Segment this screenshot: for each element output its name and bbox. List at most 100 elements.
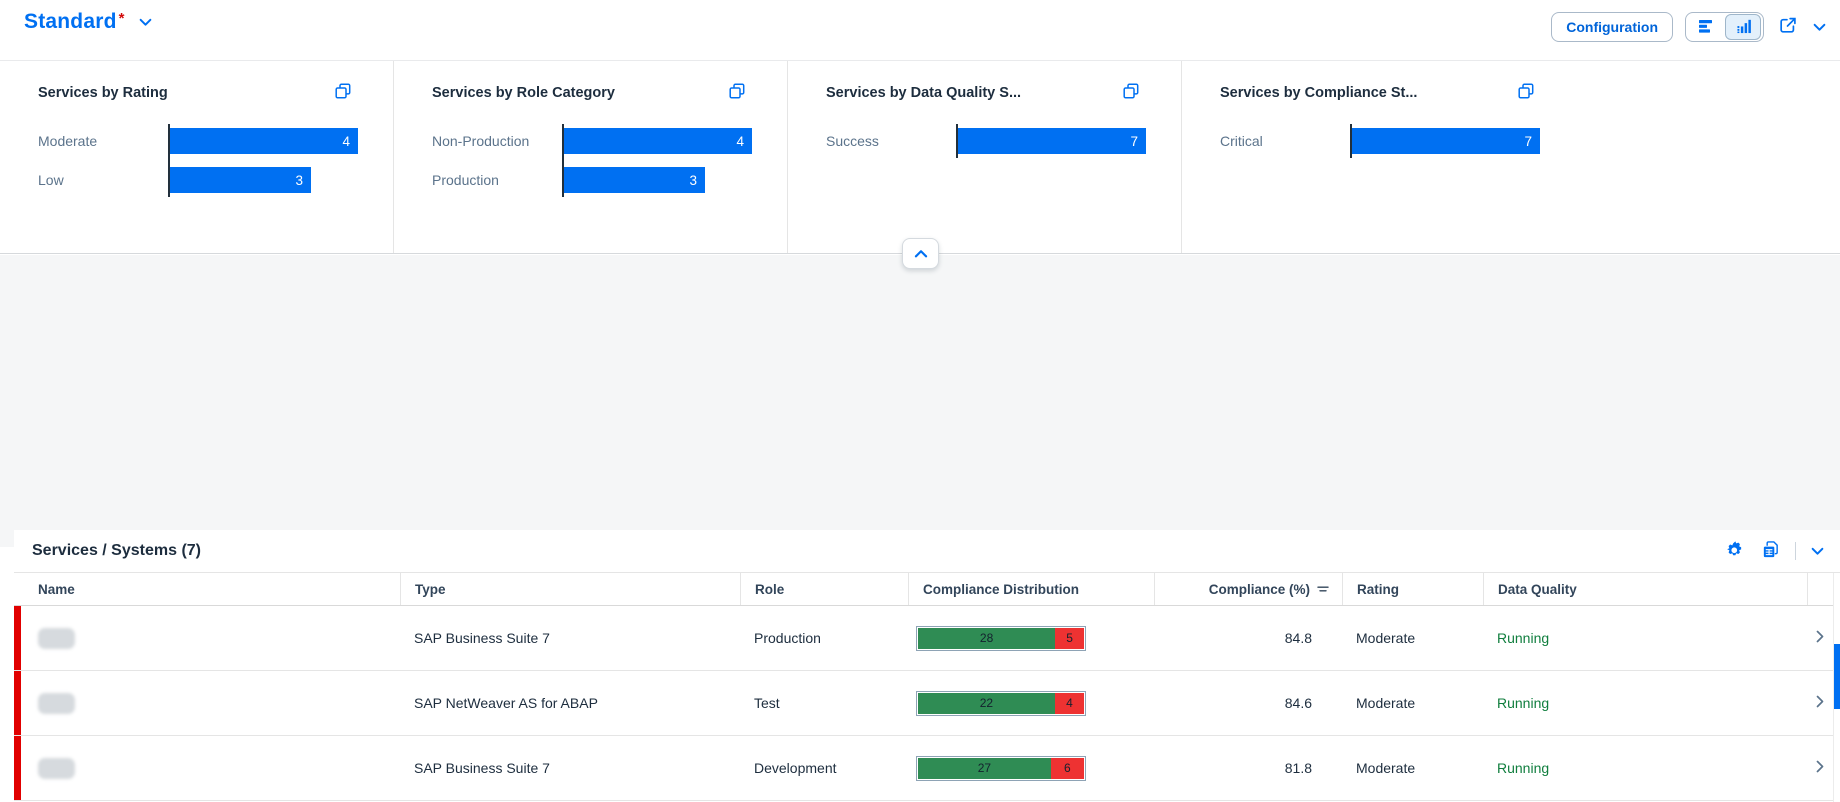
collapse-panel-button[interactable]: [902, 238, 939, 269]
table-settings-button[interactable]: [1723, 538, 1746, 564]
bar-label: Moderate: [38, 128, 168, 154]
chart-header: Services by Data Quality S...: [826, 81, 1141, 104]
duplicate-chart-button[interactable]: [333, 81, 353, 104]
chart-labels: Non-ProductionProduction: [432, 124, 562, 197]
chart-card-4: Services by Compliance St... Critical7: [1182, 61, 1576, 253]
column-header-compliance-%-[interactable]: Compliance (%): [1154, 573, 1342, 605]
chart-title: Services by Data Quality S...: [826, 85, 1021, 101]
name-cell: [14, 671, 400, 735]
column-header-type[interactable]: Type: [400, 573, 740, 605]
scrollbar-thumb[interactable]: [1834, 644, 1840, 709]
column-header-compliance-distribution[interactable]: Compliance Distribution: [908, 573, 1154, 605]
bar[interactable]: 4: [170, 128, 358, 154]
table-overflow-chevron-button[interactable]: [1809, 542, 1826, 561]
header-overflow-chevron-button[interactable]: [1811, 18, 1828, 37]
bar[interactable]: 3: [170, 167, 311, 193]
column-header-label: Name: [38, 582, 75, 597]
column-header-rating[interactable]: Rating: [1342, 573, 1483, 605]
horizontal-bar-chart-icon: [1697, 17, 1715, 38]
export-spreadsheet-button[interactable]: [1759, 538, 1782, 564]
export-spreadsheet-icon: [1761, 540, 1780, 562]
duplicate-chart-button[interactable]: [1516, 81, 1536, 104]
variant-dropdown-chevron-icon[interactable]: [137, 16, 154, 29]
chart-title: Services by Role Category: [432, 85, 615, 101]
compliance-distribution-cell: 224: [908, 671, 1154, 735]
duplicate-icon: [335, 83, 351, 102]
chart-title: Services by Compliance St...: [1220, 85, 1417, 101]
table-title: Services / Systems (7): [32, 542, 201, 560]
duplicate-icon: [1123, 83, 1139, 102]
charts-panel: Services by RatingModerateLow43Services …: [0, 60, 1840, 254]
page-background: Services / Systems (7): [0, 255, 1840, 547]
chevron-right-icon[interactable]: [1816, 760, 1824, 776]
page-title[interactable]: Standard*: [24, 10, 125, 34]
share-button[interactable]: [1776, 14, 1799, 40]
compliance-distribution-cell: 276: [908, 736, 1154, 800]
table-row[interactable]: SAP Business Suite 7Production28584.8Mod…: [14, 606, 1840, 671]
chevron-down-icon: [1811, 544, 1824, 559]
horizontal-bar-chart-toggle-button[interactable]: [1688, 14, 1724, 40]
bar[interactable]: 7: [1352, 128, 1540, 154]
column-header-label: Compliance (%): [1209, 582, 1310, 597]
duplicate-chart-button[interactable]: [1121, 81, 1141, 104]
chevron-down-icon: [1813, 20, 1826, 35]
name-cell: [14, 606, 400, 670]
chart-labels: Success: [826, 124, 956, 158]
compliant-segment: 28: [918, 628, 1055, 649]
bar[interactable]: 3: [564, 167, 705, 193]
column-header-label: Data Quality: [1498, 582, 1577, 597]
chart-body: Success7: [826, 124, 1141, 158]
chart-card-3: Services by Data Quality S... Success7: [788, 61, 1182, 253]
column-header-name[interactable]: Name: [14, 573, 400, 605]
data-quality-cell: Running: [1483, 736, 1807, 800]
column-header-label: Compliance Distribution: [923, 582, 1079, 597]
compliance-percent-cell: 81.8: [1154, 736, 1342, 800]
row-navigation-cell: [1807, 736, 1833, 800]
chart-plot: 43: [168, 124, 358, 197]
bar-value: 4: [736, 134, 744, 149]
bar[interactable]: 7: [958, 128, 1146, 154]
gear-icon: [1725, 540, 1744, 562]
share-icon: [1778, 16, 1797, 38]
column-header-data-quality[interactable]: Data Quality: [1483, 573, 1807, 605]
data-quality-cell: Running: [1483, 671, 1807, 735]
non-compliant-segment: 6: [1051, 758, 1084, 779]
duplicate-icon: [1518, 83, 1534, 102]
compliance-distribution-bar: 285: [916, 626, 1086, 651]
chart-labels: Critical: [1220, 124, 1350, 158]
chevron-right-icon[interactable]: [1816, 630, 1824, 646]
rating-cell: Moderate: [1342, 671, 1483, 735]
redacted-name: [38, 693, 75, 714]
configuration-button[interactable]: Configuration: [1551, 12, 1673, 42]
role-cell: Development: [740, 736, 908, 800]
bar[interactable]: 4: [564, 128, 752, 154]
chart-header: Services by Rating: [38, 81, 353, 104]
table-row[interactable]: SAP NetWeaver AS for ABAPTest22484.6Mode…: [14, 671, 1840, 736]
chevron-right-icon[interactable]: [1816, 695, 1824, 711]
sort-icon: [1316, 582, 1330, 597]
compliance-distribution-bar: 276: [916, 756, 1086, 781]
column-chart-toggle-button[interactable]: [1725, 14, 1761, 40]
compliance-distribution-bar: 224: [916, 691, 1086, 716]
row-navigation-cell: [1807, 671, 1833, 735]
duplicate-icon: [729, 83, 745, 102]
name-cell: [14, 736, 400, 800]
role-cell: Test: [740, 671, 908, 735]
data-quality-cell: Running: [1483, 606, 1807, 670]
variant-title: Standard: [24, 10, 117, 33]
duplicate-chart-button[interactable]: [727, 81, 747, 104]
type-cell: SAP NetWeaver AS for ABAP: [400, 671, 740, 735]
chart-header: Services by Compliance St...: [1220, 81, 1536, 104]
table-header-row: Name TypeRole Compliance Distribution Compl…: [14, 573, 1840, 606]
vertical-scrollbar[interactable]: [1833, 573, 1840, 802]
column-header-label: Rating: [1357, 582, 1399, 597]
chart-title: Services by Rating: [38, 85, 168, 101]
column-chart-icon: [1735, 17, 1752, 37]
column-header-role[interactable]: Role: [740, 573, 908, 605]
rating-cell: Moderate: [1342, 736, 1483, 800]
chart-body: Non-ProductionProduction 4 3: [432, 124, 747, 197]
table-row[interactable]: SAP Business Suite 7Development27681.8Mo…: [14, 736, 1840, 801]
role-cell: Production: [740, 606, 908, 670]
bar-value: 4: [342, 134, 350, 149]
compliant-segment: 27: [918, 758, 1051, 779]
